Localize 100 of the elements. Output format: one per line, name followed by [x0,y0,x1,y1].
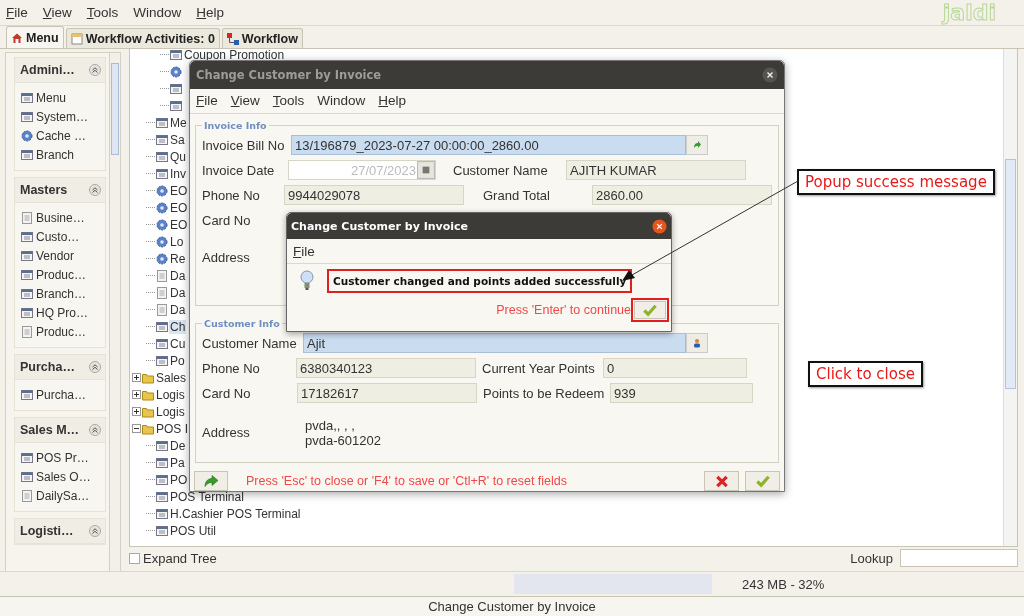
pulldown-heading[interactable]: Window [133,5,182,20]
pulldown-heading[interactable]: File [6,5,28,20]
tab[interactable]: Workflow Activities: 0 [65,28,220,48]
sidebar-item[interactable]: Cache … [36,128,87,143]
tree-item[interactable]: Coupon Promotion [183,47,286,62]
flowchart-icon [226,32,239,45]
window-icon [21,230,33,243]
sidebar-item[interactable]: DailySa… [36,488,90,503]
sidebar-item[interactable]: POS Pr… [36,450,89,465]
sidebar-item[interactable]: Menu [36,90,67,105]
save-button[interactable] [745,471,780,491]
tree-item[interactable]: PO [169,472,189,487]
sidebar-item[interactable]: System… [36,109,88,124]
page-icon [21,325,33,338]
pulldown-heading[interactable]: Window [317,93,366,109]
gear-icon [156,201,168,214]
expander-icon[interactable] [132,424,141,433]
sidebar-item[interactable]: Purcha… [36,387,87,402]
collapse-icon[interactable] [89,525,101,537]
sidebar-item[interactable]: Produc… [36,267,87,282]
tree-item[interactable]: Da [169,268,187,283]
tree-item[interactable]: EO [169,183,189,198]
tree-item[interactable]: POS Util [169,523,217,538]
sidebar-item[interactable]: Custo… [36,229,80,244]
input-field[interactable]: Ajit [303,333,686,354]
tree-item[interactable]: Po [169,353,186,368]
gear-icon [156,218,168,231]
pulldown-heading[interactable]: File [293,243,315,259]
pulldown-heading[interactable]: Tools [272,93,305,109]
tree-item[interactable]: POS I [155,421,189,436]
reset-button[interactable] [194,471,228,491]
pulldown-heading[interactable]: Help [378,93,407,109]
pulldown-heading[interactable]: View [230,93,260,109]
close-icon[interactable] [762,66,778,83]
pulldown-heading[interactable]: Help [196,5,225,20]
tree-item[interactable]: H.Cashier POS Terminal [169,506,302,521]
expander-icon[interactable] [132,407,141,416]
input-field: 2860.00 [592,185,772,206]
sidebar-item[interactable]: Busine… [36,210,85,225]
sidebar-item[interactable]: Sales O… [36,469,91,484]
lookup-label: Lookup [850,550,893,566]
tree-item[interactable]: Ch [169,319,187,334]
pulldown-heading[interactable]: File [196,93,218,109]
close-icon[interactable] [652,218,667,234]
tab[interactable]: Workflow [221,28,303,48]
fetch-button[interactable] [686,135,708,156]
shortcut-hint: Press 'Esc' to close or 'F4' to save or 'Ctl+R' to reset fields [246,474,568,488]
pulldown-heading[interactable]: View [42,5,72,20]
tree-item[interactable]: Lo [169,234,185,249]
tree-item[interactable]: Me [169,115,188,130]
tree-item[interactable]: De [169,438,187,453]
tree-item[interactable]: POS Terminal [169,489,245,504]
tree-item[interactable]: Sales [155,370,188,385]
sidebar-item[interactable]: HQ Pro… [36,305,88,320]
lookup-field[interactable] [900,549,1018,568]
collapse-icon[interactable] [89,184,101,196]
cancel-button[interactable] [704,471,739,491]
tree-item[interactable]: Cu [169,336,187,351]
tree-item[interactable]: Inv [169,166,187,181]
sidebar-item[interactable]: Branch [36,147,75,162]
expander-icon[interactable] [132,390,141,399]
window-icon [21,388,33,401]
calendar-icon[interactable] [417,161,435,180]
sidebar-item[interactable]: Vendor [36,248,75,263]
scrollbar[interactable] [1003,49,1017,547]
tree-item[interactable]: Sa [169,132,186,147]
expander-icon[interactable] [132,373,141,382]
address-line: pvda,, , , [305,417,356,433]
status-text: Change Customer by Invoice [428,599,596,614]
tree-item[interactable]: Re [169,251,187,266]
pulldown-heading[interactable]: Tools [86,5,119,20]
gear-icon [156,184,168,197]
tree-item[interactable]: EO [169,217,189,232]
tree-item[interactable]: Da [169,302,187,317]
scrollbar[interactable] [109,53,120,571]
input-field: 939 [610,383,753,404]
tree-item[interactable]: Qu [169,149,187,164]
collapse-icon[interactable] [89,64,101,76]
tree-item[interactable]: Logis [155,387,186,402]
customer-search-button[interactable] [686,333,708,354]
ok-button[interactable] [634,301,666,319]
tab[interactable]: Menu [6,26,64,48]
input-field[interactable]: 13/196879_2023-07-27 00:00:00_2860.00 [291,135,686,156]
collapse-icon[interactable] [89,424,101,436]
person-icon [692,338,702,349]
window-icon [21,451,33,464]
sidebar-item[interactable]: Branch… [36,286,87,301]
tree-item[interactable]: Pa [169,455,186,470]
tree-item[interactable]: EO [169,200,189,215]
tree-item[interactable]: Da [169,285,187,300]
field-label: Customer Name [453,162,549,178]
collapse-icon[interactable] [89,361,101,373]
window-icon [21,287,33,300]
tree-item[interactable]: Logis [155,404,186,419]
input-field: 6380340123 [296,358,476,379]
checkbox[interactable] [129,552,140,564]
group-title: Logisti… [20,524,74,538]
input-field: 0 [603,358,747,379]
sidebar-item[interactable]: Produc… [36,324,87,339]
window-icon [170,82,182,95]
